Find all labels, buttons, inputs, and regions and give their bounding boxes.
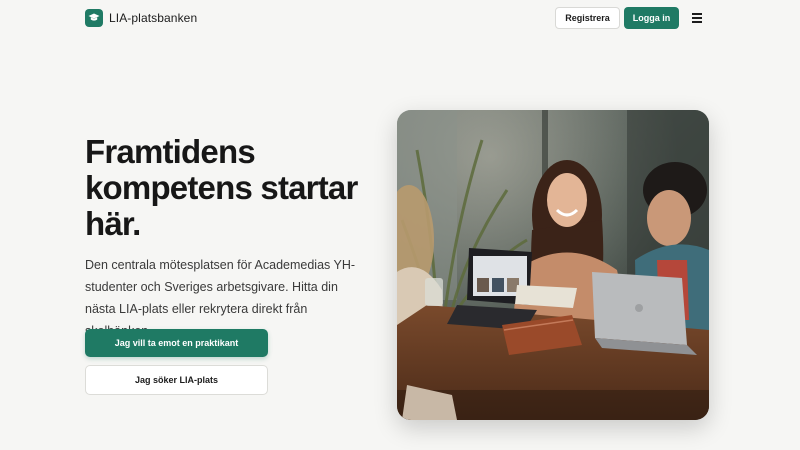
graduation-cap-icon	[85, 8, 103, 27]
find-internship-button[interactable]: Jag söker LIA-plats	[85, 365, 268, 395]
offer-internship-button[interactable]: Jag vill ta emot en praktikant	[85, 329, 268, 357]
login-button[interactable]: Logga in	[624, 7, 679, 29]
logo-text: LIA-platsbanken	[109, 10, 198, 25]
site-header: LIA-platsbanken Registrera Logga in	[0, 0, 800, 36]
hero-title: Framtidens kompetens startar här.	[85, 133, 358, 242]
register-button[interactable]: Registrera	[555, 7, 620, 29]
logo-link[interactable]: LIA-platsbanken	[85, 8, 197, 27]
hamburger-menu-icon[interactable]	[690, 10, 704, 26]
hero-photo	[397, 110, 709, 420]
